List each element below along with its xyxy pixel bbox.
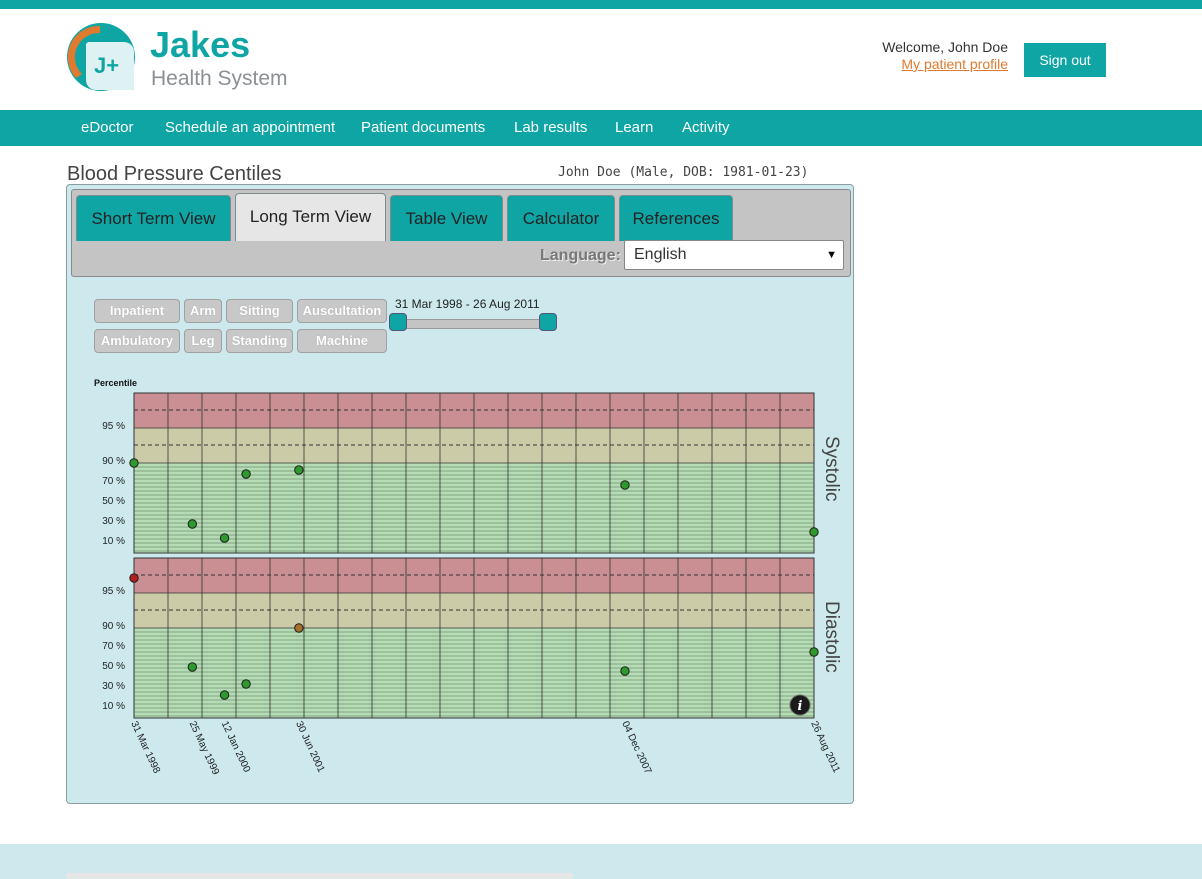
x-tick-label: 25 May 1999: [187, 720, 222, 777]
footer-map-strip: [66, 873, 573, 879]
info-icon-glyph: i: [798, 699, 803, 714]
logo-mark-letter: J+: [94, 53, 120, 78]
filter-leg-button[interactable]: Leg: [184, 329, 222, 353]
y-tick-label: 50 %: [102, 496, 125, 507]
tab-long-term-view[interactable]: Long Term View: [235, 193, 386, 241]
y-axis-title: Percentile: [94, 378, 137, 388]
filter-auscultation-button[interactable]: Auscultation: [297, 299, 387, 323]
data-point: [187, 662, 198, 672]
top-accent-strip: [0, 0, 1202, 9]
filter-sitting-button[interactable]: Sitting: [226, 299, 293, 323]
systolic-series-label: Systolic: [821, 436, 842, 501]
x-tick-label: 12 Jan 2000: [219, 720, 252, 775]
data-point: [219, 690, 230, 700]
y-tick-label: 95 %: [102, 586, 125, 597]
x-tick-label: 30 Jun 2001: [293, 720, 326, 775]
x-tick-label: 04 Dec 2007: [619, 720, 653, 776]
nav-item-schedule-appointment[interactable]: Schedule an appointment: [165, 110, 335, 146]
tab-references[interactable]: References: [619, 195, 733, 241]
data-point: [809, 647, 819, 657]
data-point: [219, 533, 230, 543]
data-point: [809, 527, 819, 537]
y-tick-label: 90 %: [102, 456, 125, 467]
y-tick-label: 30 %: [102, 516, 125, 527]
diastolic-series-label: Diastolic: [821, 601, 842, 673]
nav-item-learn[interactable]: Learn: [615, 110, 653, 146]
filter-machine-button[interactable]: Machine: [297, 329, 387, 353]
nav-item-edoctor[interactable]: eDoctor: [81, 110, 134, 146]
tab-short-term-view[interactable]: Short Term View: [76, 195, 231, 241]
data-point: [294, 465, 304, 475]
filter-ambulatory-button[interactable]: Ambulatory: [94, 329, 180, 353]
data-point: [241, 469, 251, 479]
brand-logo[interactable]: J+ Jakes Health System: [66, 22, 296, 92]
data-point: [294, 623, 304, 633]
nav-item-patient-documents[interactable]: Patient documents: [361, 110, 485, 146]
y-tick-label: 90 %: [102, 621, 125, 632]
main-nav: eDoctor Schedule an appointment Patient …: [0, 110, 1202, 146]
data-point: [620, 480, 630, 490]
y-tick-label: 70 %: [102, 476, 125, 487]
language-selected-value: English: [634, 246, 687, 263]
patient-profile-link[interactable]: My patient profile: [901, 56, 1008, 72]
chevron-down-icon: ▼: [826, 249, 837, 261]
range-start-handle[interactable]: [389, 313, 407, 331]
sign-out-button[interactable]: Sign out: [1024, 43, 1106, 77]
language-select[interactable]: English ▼: [624, 240, 844, 270]
view-tabbar: Short Term View Long Term View Table Vie…: [71, 189, 851, 277]
y-tick-label: 70 %: [102, 641, 125, 652]
data-point: [241, 679, 251, 689]
patient-info: John Doe (Male, DOB: 1981-01-23): [558, 165, 809, 180]
date-range-label: 31 Mar 1998 - 26 Aug 2011: [395, 297, 540, 311]
range-end-handle[interactable]: [539, 313, 557, 331]
date-range-slider[interactable]: [397, 319, 549, 329]
filter-standing-button[interactable]: Standing: [226, 329, 293, 353]
y-tick-label: 95 %: [102, 421, 125, 432]
tab-table-view[interactable]: Table View: [390, 195, 503, 241]
nav-item-lab-results[interactable]: Lab results: [514, 110, 587, 146]
tab-calculator[interactable]: Calculator: [507, 195, 615, 241]
x-tick-label: 31 Mar 1998: [128, 720, 162, 776]
filter-inpatient-button[interactable]: Inpatient: [94, 299, 180, 323]
brand-subtitle: Health System: [151, 67, 288, 90]
page-title: Blood Pressure Centiles: [67, 163, 282, 185]
welcome-text: Welcome, John Doe: [882, 39, 1008, 55]
y-tick-label: 10 %: [102, 701, 125, 712]
language-label: Language:: [540, 247, 621, 264]
centile-chart: Percentile 95 % 90 % 70 % 50 % 30 % 10 % Systol…: [94, 378, 842, 777]
site-header: J+ Jakes Health System Welcome, John Doe…: [0, 9, 1202, 110]
y-tick-label: 30 %: [102, 681, 125, 692]
centile-panel: Short Term View Long Term View Table Vie…: [66, 184, 854, 804]
data-point: [620, 666, 630, 676]
data-point: [187, 519, 198, 529]
y-tick-label: 10 %: [102, 536, 125, 547]
brand-name: Jakes: [150, 24, 251, 65]
x-tick-label: 26 Aug 2011: [808, 720, 842, 775]
data-point: [129, 573, 139, 583]
nav-item-activity[interactable]: Activity: [682, 110, 730, 146]
data-point: [129, 458, 139, 468]
filter-arm-button[interactable]: Arm: [184, 299, 222, 323]
y-tick-label: 50 %: [102, 661, 125, 672]
